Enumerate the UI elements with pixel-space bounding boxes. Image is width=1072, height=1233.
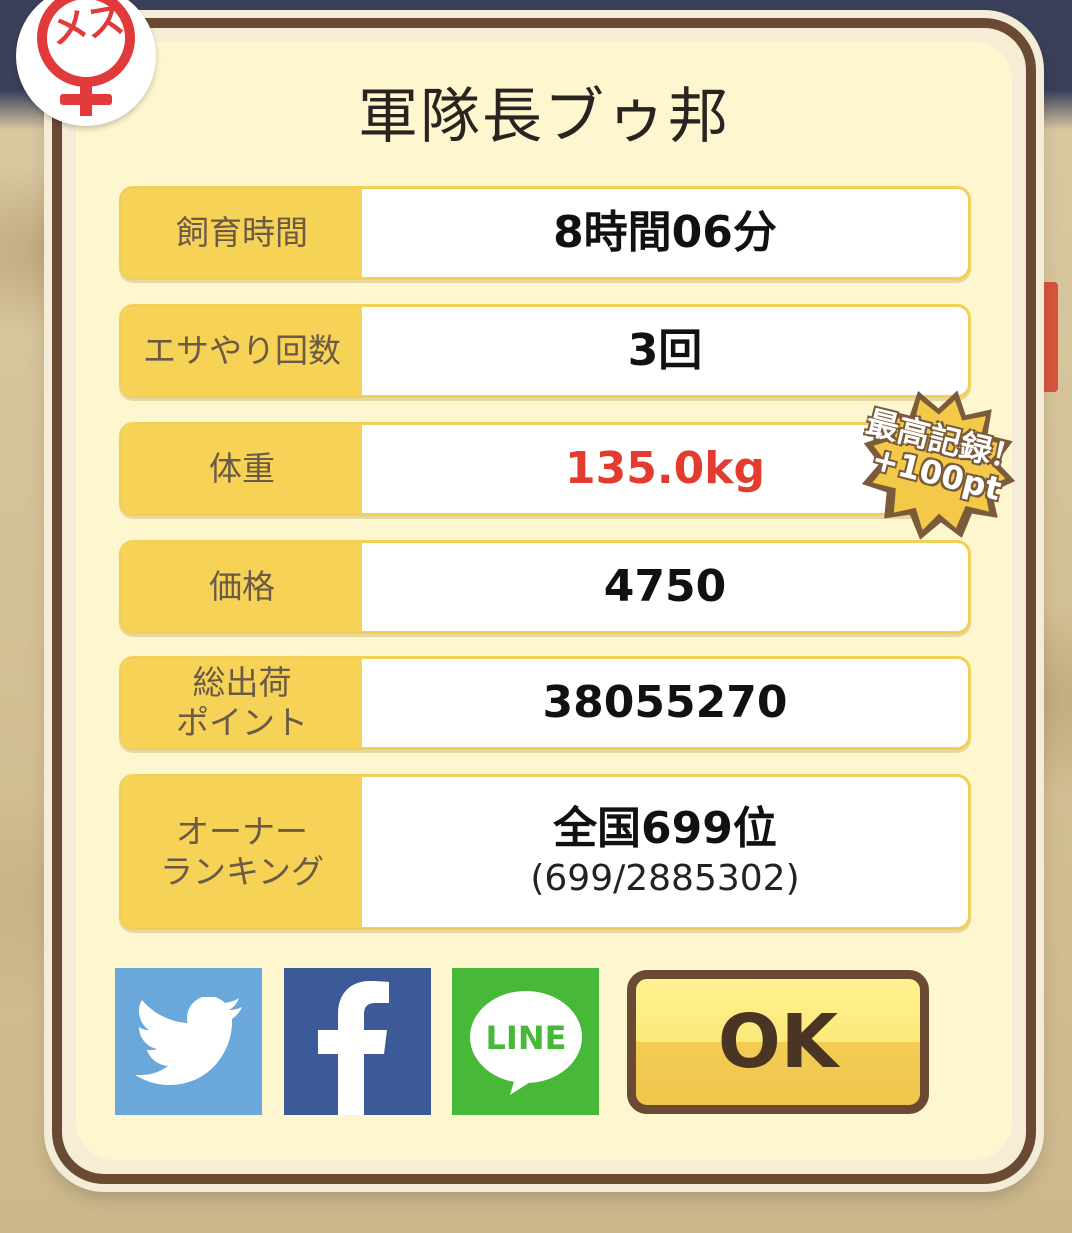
stat-label: エサやり回数	[122, 307, 362, 395]
line-label: LINE	[485, 1019, 566, 1057]
stat-value: 4750	[603, 560, 727, 612]
stat-row-feed-count: エサやり回数 3回	[119, 304, 971, 398]
background-red-sign	[1036, 282, 1058, 392]
stat-row-owner-ranking: オーナー ランキング 全国699位 (699/2885302)	[119, 774, 971, 930]
stat-label: 飼育時間	[122, 189, 362, 277]
pig-name-title: 軍隊長ブゥ邦	[358, 82, 730, 152]
stat-label: 総出荷 ポイント	[122, 659, 362, 747]
twitter-share-button[interactable]	[115, 968, 262, 1115]
stat-value: 8時間06分	[553, 206, 777, 258]
stat-row-breeding-time: 飼育時間 8時間06分	[119, 186, 971, 280]
facebook-share-button[interactable]	[284, 968, 431, 1115]
stat-value: 全国699位 (699/2885302)	[530, 803, 800, 899]
facebook-f-icon	[318, 981, 389, 1115]
line-bubble-icon: LINE	[469, 990, 582, 1095]
line-share-button[interactable]: LINE	[452, 968, 599, 1115]
twitter-bird-icon	[134, 996, 242, 1085]
ok-button[interactable]: OK	[627, 970, 929, 1114]
stat-value: 38055270	[542, 676, 788, 728]
ranking-detail: (699/2885302)	[530, 857, 800, 899]
stat-row-price: 価格 4750	[119, 540, 971, 634]
stat-label: 体重	[122, 425, 362, 513]
stat-row-total-points: 総出荷 ポイント 38055270	[119, 656, 971, 750]
stat-label: 価格	[122, 543, 362, 631]
stat-label: オーナー ランキング	[122, 777, 362, 927]
